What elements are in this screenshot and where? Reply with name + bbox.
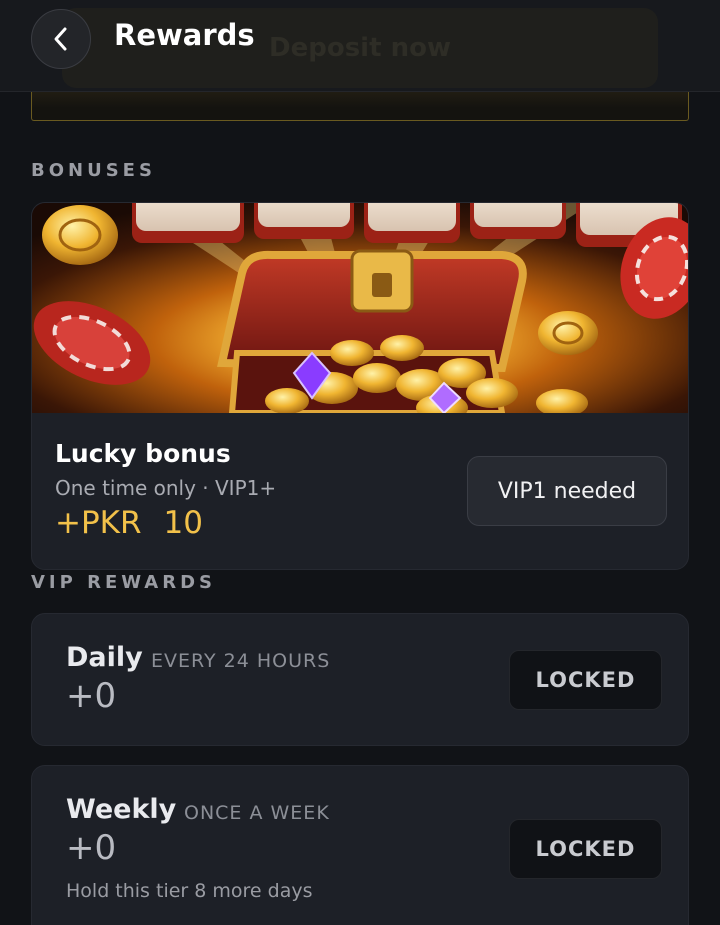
chevron-left-icon [54, 27, 67, 51]
vip-needed-button[interactable]: VIP1 needed [467, 456, 667, 526]
treasure-chest-illustration [32, 203, 688, 413]
bonus-currency: +PKR [55, 505, 142, 541]
reward-period: EVERY 24 HOURS [151, 650, 331, 672]
reward-name: Weekly [66, 794, 177, 825]
lucky-bonus-card[interactable]: Lucky bonus One time only · VIP1+ +PKR 1… [31, 202, 689, 570]
top-bar: Deposit now Rewards [0, 0, 720, 92]
reward-name: Daily [66, 642, 143, 673]
daily-locked-button[interactable]: LOCKED [509, 650, 662, 710]
vip-rewards-section-label: VIP REWARDS [31, 572, 216, 593]
bonus-value: 10 [163, 505, 203, 541]
bonuses-section-label: BONUSES [31, 160, 156, 181]
reward-value: +0 [66, 676, 117, 716]
daily-reward-card: Daily EVERY 24 HOURS +0 LOCKED [31, 613, 689, 746]
bonus-subtitle: One time only · VIP1+ [55, 476, 277, 500]
reward-period: ONCE A WEEK [184, 802, 330, 824]
back-button[interactable] [31, 9, 91, 69]
reward-note: Hold this tier 8 more days [66, 880, 313, 902]
bonus-amount: +PKR 10 [55, 505, 203, 541]
page-title: Rewards [114, 18, 255, 52]
deposit-now-label: Deposit now [269, 33, 451, 63]
bonus-title: Lucky bonus [55, 439, 231, 468]
reward-value: +0 [66, 828, 117, 868]
weekly-locked-button[interactable]: LOCKED [509, 819, 662, 879]
weekly-reward-card: Weekly ONCE A WEEK +0 Hold this tier 8 m… [31, 765, 689, 925]
